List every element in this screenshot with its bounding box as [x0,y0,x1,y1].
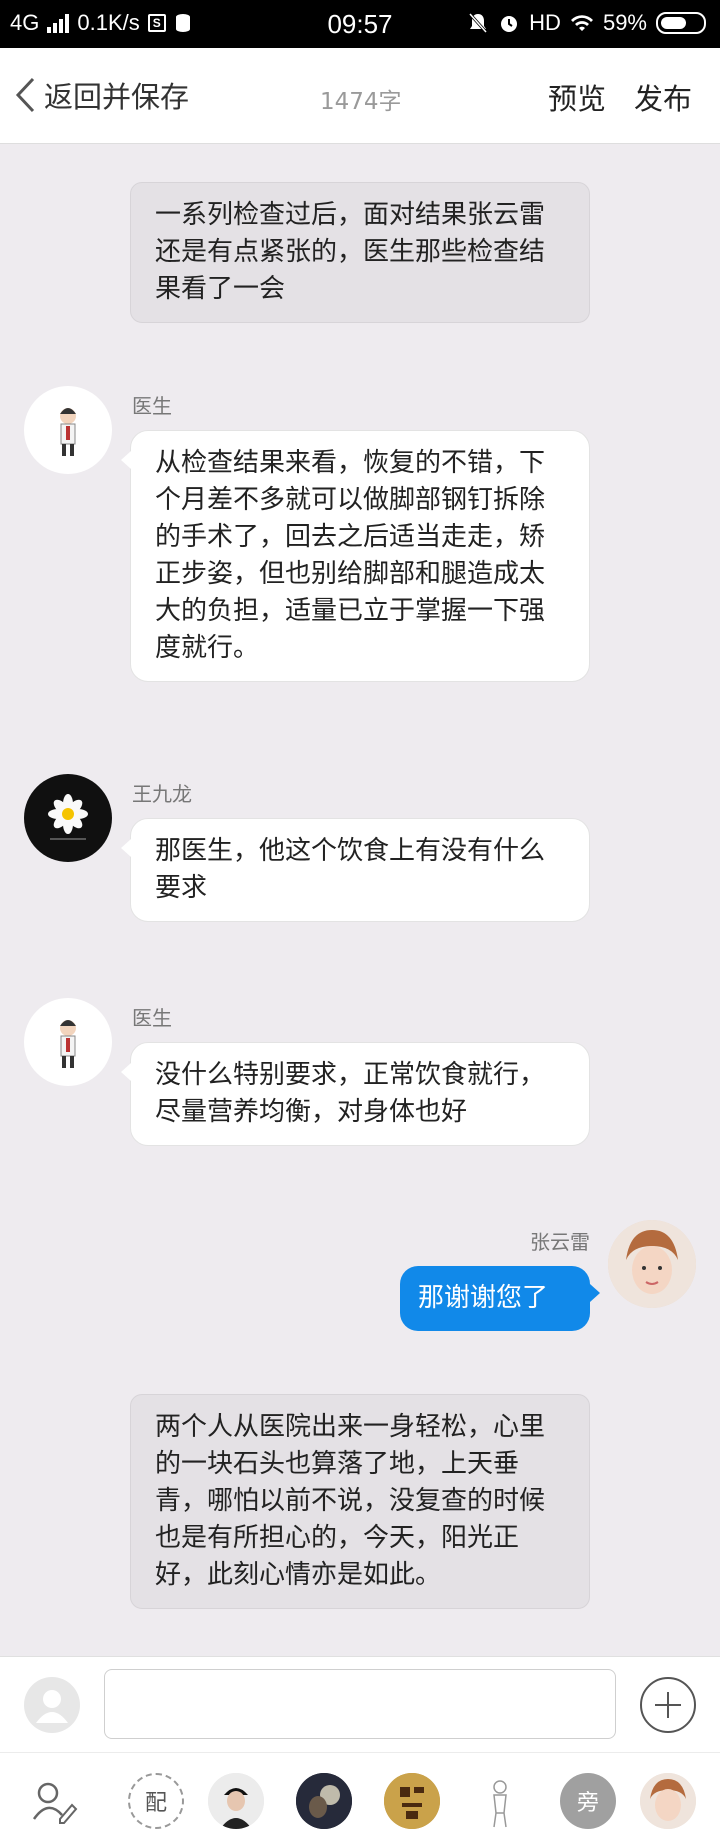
character-4-avatar[interactable] [472,1773,528,1829]
wifi-icon [570,15,593,31]
preview-button[interactable]: 预览 [548,76,606,118]
message-input[interactable] [104,1669,616,1739]
narration-bubble[interactable]: 两个人从医院出来一身轻松，心里的一块石头也算落了地，上天垂青，哪怕以前不说，没复… [130,1394,590,1609]
hd-indicator: HD [529,10,561,35]
battery-percent: 59% [602,10,647,35]
alarm-icon [501,16,518,32]
status-bar: 4G 0.1K/s S 09:57 HD 59% [0,0,720,48]
sender-name: 王九龙 [132,782,192,806]
user-avatar[interactable] [608,1220,696,1308]
battery-fill [661,17,686,29]
doctor-avatar[interactable] [24,386,112,474]
doctor-figure-icon [60,1020,76,1068]
sender-name: 张云雷 [530,1230,590,1254]
sent-message-bubble[interactable]: 那谢谢您了 [400,1266,600,1331]
dub-button[interactable]: 配 [128,1773,184,1829]
daisy-avatar[interactable] [24,774,112,862]
character-2-avatar[interactable] [296,1773,352,1829]
mute-icon [469,13,488,33]
message-bubble[interactable]: 那医生，他这个饮食上有没有什么要求 [121,818,590,922]
user-face-icon [608,1220,696,1308]
message-bubble[interactable]: 没什么特别要求，正常饮食就行，尽量营养均衡，对身体也好 [121,1042,590,1146]
character-6-avatar[interactable] [640,1773,696,1829]
publish-button[interactable]: 发布 [634,76,692,118]
narrator-button[interactable]: 旁 [560,1773,616,1829]
character-3-avatar[interactable] [384,1773,440,1829]
sender-name: 医生 [132,394,172,418]
doctor-figure-icon [60,408,76,456]
back-save-button[interactable]: 返回并保存 [14,74,189,116]
narrator-label: 旁 [576,1791,599,1816]
message-bubble[interactable]: 从检查结果来看，恢复的不错，下个月差不多就可以做脚部钢钉拆除的手术了，回去之后适… [121,430,590,682]
battery-icon [656,12,706,34]
add-button[interactable] [640,1677,696,1733]
character-bar: 配 旁 [0,1752,720,1848]
input-bar [0,1656,720,1752]
header-bar: 返回并保存 1474字 预览 发布 [0,48,720,144]
character-1-avatar[interactable] [208,1773,264,1829]
current-role-avatar[interactable] [24,1677,80,1733]
edit-character-icon[interactable] [26,1773,82,1829]
narration-bubble[interactable]: 一系列检查过后，面对结果张云雷还是有点紧张的，医生那些检查结果看了一会 [130,182,590,323]
doctor-avatar[interactable] [24,998,112,1086]
back-save-label: 返回并保存 [44,80,190,114]
dub-label: 配 [144,1791,167,1816]
daisy-icon [48,794,88,840]
word-count: 1474字 [320,89,402,115]
person-placeholder-icon [36,1690,68,1723]
chevron-left-icon [15,77,35,113]
sender-name: 医生 [132,1006,172,1030]
